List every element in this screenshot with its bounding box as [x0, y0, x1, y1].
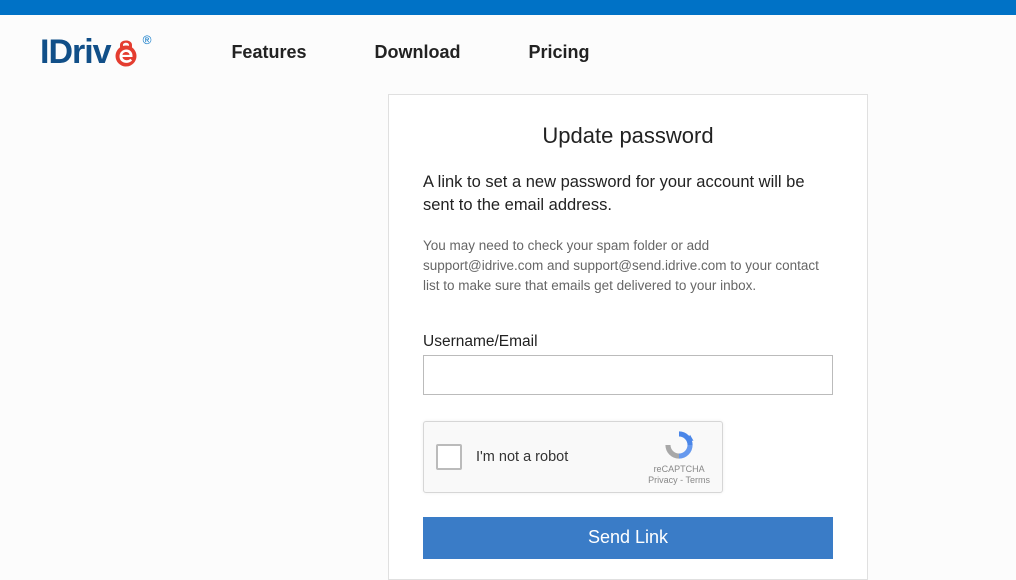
- header: IDriv ® Features Download Pricing: [0, 15, 1016, 94]
- recaptcha-links: Privacy - Terms: [648, 475, 710, 486]
- registered-mark: ®: [143, 33, 152, 47]
- card-description: A link to set a new password for your ac…: [423, 171, 833, 218]
- recaptcha-checkbox[interactable]: [436, 444, 462, 470]
- update-password-card: Update password A link to set a new pass…: [388, 94, 868, 580]
- recaptcha-brand-text: reCAPTCHA: [648, 464, 710, 475]
- username-email-input[interactable]: [423, 355, 833, 395]
- recaptcha-label: I'm not a robot: [476, 449, 648, 465]
- recaptcha-separator: -: [678, 475, 686, 485]
- nav-features[interactable]: Features: [231, 42, 306, 63]
- username-email-label: Username/Email: [423, 333, 833, 351]
- nav-download[interactable]: Download: [374, 42, 460, 63]
- recaptcha-icon: [662, 428, 696, 462]
- lock-e-icon: [111, 33, 141, 67]
- content-area: Update password A link to set a new pass…: [0, 94, 1016, 580]
- card-title: Update password: [423, 123, 833, 149]
- logo-text: IDriv: [40, 33, 111, 72]
- logo[interactable]: IDriv ®: [40, 33, 151, 72]
- main-nav: Features Download Pricing: [231, 42, 589, 63]
- send-link-button[interactable]: Send Link: [423, 517, 833, 559]
- recaptcha-terms-link[interactable]: Terms: [686, 475, 711, 485]
- recaptcha-privacy-link[interactable]: Privacy: [648, 475, 678, 485]
- card-note: You may need to check your spam folder o…: [423, 236, 833, 297]
- recaptcha-branding: reCAPTCHA Privacy - Terms: [648, 428, 710, 486]
- recaptcha-widget: I'm not a robot reCAPTCHA Privacy - Term…: [423, 421, 723, 493]
- top-bar: [0, 0, 1016, 15]
- nav-pricing[interactable]: Pricing: [528, 42, 589, 63]
